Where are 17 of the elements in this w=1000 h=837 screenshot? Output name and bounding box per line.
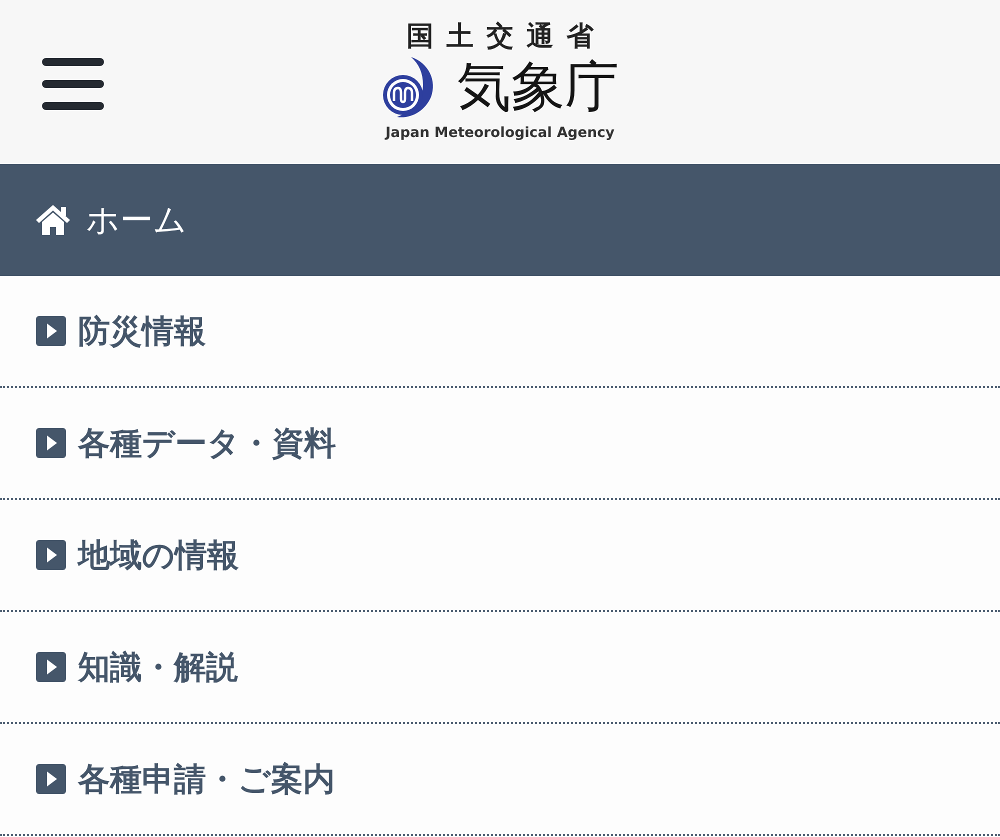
agency-name[interactable]: 気象庁 (457, 57, 619, 117)
menu-item-label: 知識・解説 (78, 647, 238, 687)
play-icon (36, 540, 66, 570)
play-icon (36, 316, 66, 346)
ministry-name[interactable]: 国土交通省 (406, 20, 606, 54)
play-icon (36, 764, 66, 794)
menu-item-label: 各種データ・資料 (78, 423, 336, 463)
play-icon (36, 652, 66, 682)
agency-english-name[interactable]: Japan Meteorological Agency (385, 122, 615, 144)
menu-item-label: 各種申請・ご案内 (78, 759, 335, 799)
home-icon (35, 204, 71, 236)
play-icon (36, 428, 66, 458)
menu-icon[interactable] (42, 58, 104, 110)
home-link[interactable]: ホーム (0, 164, 1000, 276)
menu-item-label: 地域の情報 (78, 535, 239, 575)
home-label: ホーム (86, 200, 187, 240)
menu-item-label: 防災情報 (78, 311, 206, 351)
